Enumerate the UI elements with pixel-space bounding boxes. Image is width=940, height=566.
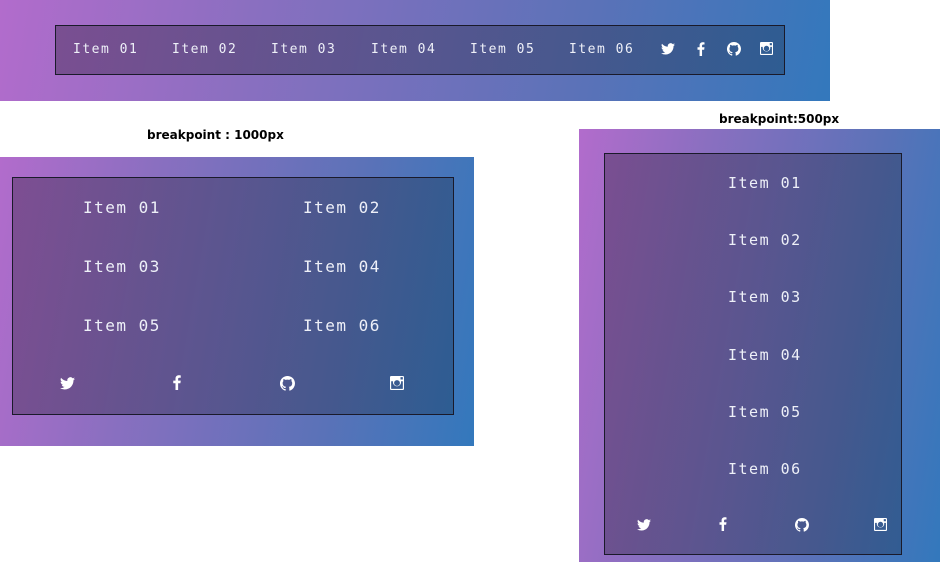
nav-item-04[interactable]: Item 04 — [728, 346, 802, 364]
nav-item-02[interactable]: Item 02 — [303, 198, 381, 217]
mobile-breakpoint-caption: breakpoint:500px — [719, 112, 840, 126]
github-icon[interactable] — [727, 42, 741, 56]
nav-item-06[interactable]: Item 06 — [303, 316, 381, 335]
nav-item-04[interactable]: Item 04 — [371, 42, 436, 57]
nav-item-06[interactable]: Item 06 — [728, 460, 802, 478]
nav-item-05[interactable]: Item 05 — [470, 42, 535, 57]
tablet-navbar: Item 01 Item 02 Item 03 Item 04 Item 05 … — [12, 177, 454, 415]
nav-item-02[interactable]: Item 02 — [728, 231, 802, 249]
desktop-navbar: Item 01 Item 02 Item 03 Item 04 Item 05 … — [55, 25, 785, 75]
nav-item-01[interactable]: Item 01 — [728, 174, 802, 192]
nav-item-05[interactable]: Item 05 — [83, 316, 161, 335]
github-icon[interactable] — [280, 376, 295, 391]
facebook-icon[interactable] — [719, 517, 727, 531]
github-icon[interactable] — [795, 518, 809, 532]
mobile-nav-preview: Item 01 Item 02 Item 03 Item 04 Item 05 … — [579, 129, 940, 562]
desktop-nav-preview: Item 01 Item 02 Item 03 Item 04 Item 05 … — [0, 0, 830, 101]
nav-item-03[interactable]: Item 03 — [271, 42, 336, 57]
twitter-icon[interactable] — [637, 519, 651, 531]
twitter-icon[interactable] — [60, 377, 75, 390]
facebook-icon[interactable] — [173, 375, 181, 390]
mobile-navbar: Item 01 Item 02 Item 03 Item 04 Item 05 … — [604, 153, 902, 555]
twitter-icon[interactable] — [661, 43, 675, 55]
instagram-icon[interactable] — [874, 518, 887, 531]
instagram-icon[interactable] — [760, 42, 773, 55]
nav-item-06[interactable]: Item 06 — [569, 42, 634, 57]
tablet-nav-preview: Item 01 Item 02 Item 03 Item 04 Item 05 … — [0, 157, 474, 446]
nav-item-01[interactable]: Item 01 — [83, 198, 161, 217]
facebook-icon[interactable] — [697, 42, 705, 56]
nav-item-02[interactable]: Item 02 — [172, 42, 237, 57]
nav-item-01[interactable]: Item 01 — [73, 42, 138, 57]
instagram-icon[interactable] — [390, 376, 404, 390]
nav-item-04[interactable]: Item 04 — [303, 257, 381, 276]
tablet-breakpoint-caption: breakpoint : 1000px — [147, 128, 284, 142]
nav-item-03[interactable]: Item 03 — [728, 288, 802, 306]
nav-item-03[interactable]: Item 03 — [83, 257, 161, 276]
nav-item-05[interactable]: Item 05 — [728, 403, 802, 421]
